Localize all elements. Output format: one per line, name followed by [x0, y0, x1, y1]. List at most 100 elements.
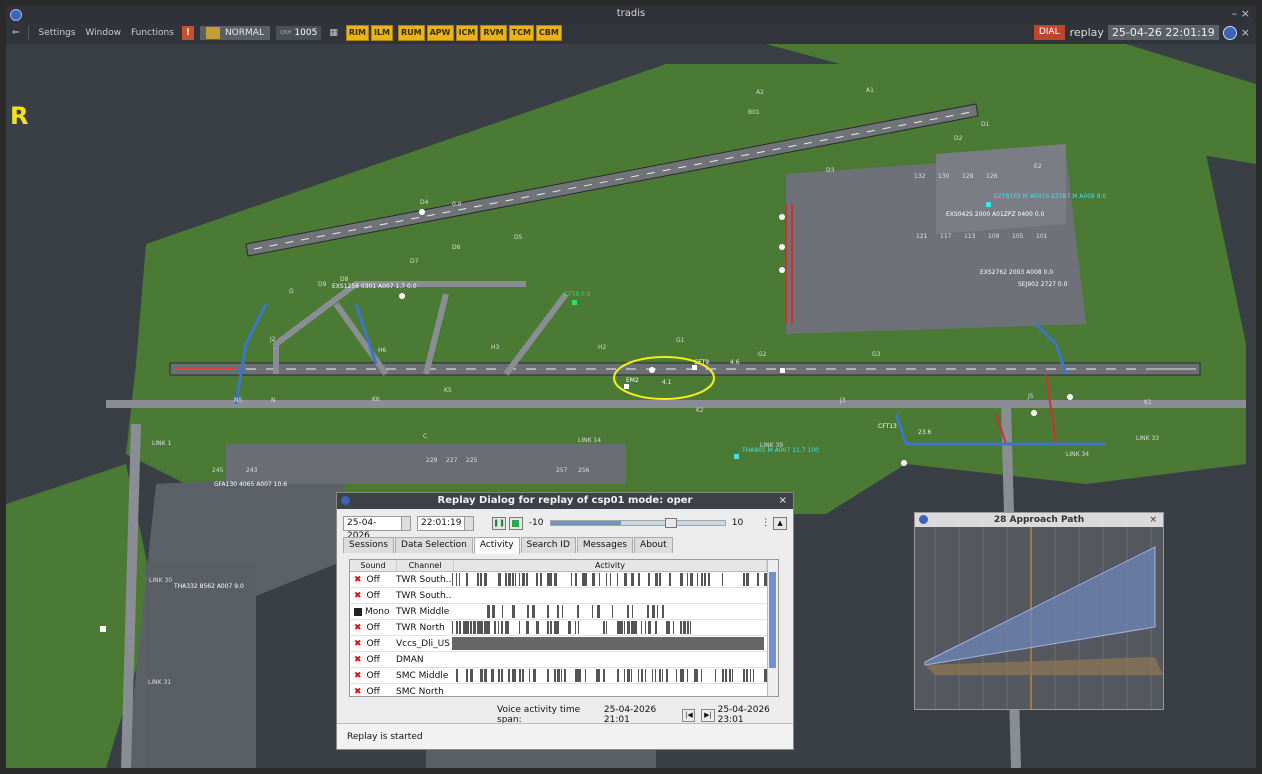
callsign-label[interactable]: THA332 8562 A007 9.0 [173, 583, 244, 590]
mode-selector[interactable]: NORMAL [199, 26, 270, 40]
aircraft-marker[interactable] [1031, 410, 1037, 416]
table-row[interactable]: ✖ Off TWR South... [350, 572, 778, 588]
ilm-button[interactable]: ILM [370, 25, 393, 41]
aircraft-marker[interactable] [624, 384, 629, 389]
table-row[interactable]: ✖ Off DMAN [350, 652, 778, 668]
aircraft-marker[interactable] [734, 454, 739, 459]
column-header-activity[interactable]: Activity [454, 560, 767, 571]
aircraft-marker[interactable] [780, 368, 785, 373]
window-controls[interactable]: – × [1232, 7, 1250, 20]
sound-cell[interactable]: ✖ Off [350, 623, 396, 633]
aircraft-marker[interactable] [649, 367, 655, 373]
table-row[interactable]: ✖ Off TWR South... [350, 588, 778, 604]
tab-sessions[interactable]: Sessions [343, 537, 395, 553]
table-scrollbar[interactable] [767, 560, 778, 696]
aircraft-marker[interactable] [1067, 394, 1073, 400]
sound-cell[interactable]: Mono [350, 607, 396, 617]
callsign-label[interactable]: CFT13 [878, 423, 897, 430]
time-field[interactable]: 22:01:19 [417, 515, 466, 531]
aircraft-marker[interactable] [901, 460, 907, 466]
activity-bar [452, 573, 767, 586]
callsign-label[interactable]: GFA130 4065 A007 10.6 [214, 481, 287, 488]
activity-segment [655, 669, 656, 682]
table-row[interactable]: ✖ Off SMC North [350, 684, 778, 697]
rum-button[interactable]: RUM [397, 25, 425, 41]
table-row[interactable]: ✖ Off TWR North [350, 620, 778, 636]
approach-path-plot [915, 527, 1163, 709]
callsign-label[interactable]: CFT8 0.0 [564, 291, 591, 298]
aircraft-marker[interactable] [419, 209, 425, 215]
aircraft-marker[interactable] [399, 293, 405, 299]
qnh-label: QNH [279, 30, 292, 36]
taxiway-label: D6 [452, 244, 461, 251]
back-arrow-icon[interactable]: ⇐ [12, 28, 20, 38]
column-header-channel[interactable]: Channel [397, 560, 454, 571]
approach-close-icon[interactable]: × [1149, 513, 1157, 527]
table-row[interactable]: ✖ Off Vccs_Dli_US [350, 636, 778, 652]
time-spinner[interactable] [465, 515, 475, 531]
sound-cell[interactable]: ✖ Off [350, 671, 396, 681]
callsign-label[interactable]: EXS0425 2000 A01ZPZ 0400 0.0 [946, 211, 1044, 218]
tab-about[interactable]: About [634, 537, 673, 553]
aircraft-marker[interactable] [779, 244, 785, 250]
rvm-button[interactable]: RVM [480, 25, 507, 41]
menu-functions[interactable]: Functions [131, 28, 174, 38]
speed-slider-handle[interactable] [664, 518, 677, 528]
menu-handle-icon[interactable]: ⋮ [761, 518, 770, 528]
table-row[interactable]: Mono TWR Middle [350, 604, 778, 620]
dial-button[interactable]: DIAL [1033, 25, 1065, 40]
aircraft-marker[interactable] [572, 300, 577, 305]
icm-button[interactable]: ICM [455, 25, 479, 41]
activity-segment [469, 669, 473, 682]
aircraft-marker[interactable] [692, 365, 697, 370]
tab-search-id[interactable]: Search ID [520, 537, 576, 553]
speed-slider[interactable] [549, 518, 726, 528]
callsign-label[interactable]: EXS1258 0301 A007 1.7 0.0 [332, 283, 417, 290]
sound-cell[interactable]: ✖ Off [350, 591, 396, 601]
sound-cell[interactable]: ✖ Off [350, 687, 396, 697]
cbm-button[interactable]: CBM [535, 25, 562, 41]
info-icon[interactable] [1222, 25, 1237, 40]
layers-icon[interactable]: ▦ [329, 28, 338, 38]
rim-button[interactable]: RIM [345, 25, 369, 41]
activity-segment [700, 573, 703, 586]
callsign-label[interactable]: EM2 [626, 377, 639, 384]
jump-end-button[interactable]: ▶| [701, 708, 715, 722]
table-row[interactable]: ✖ Off SMC Middle [350, 668, 778, 684]
menu-window[interactable]: Window [85, 28, 121, 38]
sound-cell[interactable]: ✖ Off [350, 639, 396, 649]
activity-segment [637, 573, 640, 586]
tab-data-selection[interactable]: Data Selection [395, 537, 473, 553]
apw-button[interactable]: APW [426, 25, 454, 41]
taxiway-label: D9 [318, 281, 327, 288]
callsign-label[interactable]: EZY8163 M A0016 EZY87 M A008 8.0 [994, 193, 1106, 200]
date-field[interactable]: 25-04-2026 [343, 515, 403, 541]
tab-activity[interactable]: Activity [473, 537, 520, 554]
speed-max-label: 10 [731, 518, 744, 528]
menu-settings[interactable]: Settings [39, 28, 76, 38]
aircraft-marker[interactable] [100, 626, 106, 632]
scrollbar-thumb[interactable] [769, 572, 776, 668]
tcm-button[interactable]: TCM [508, 25, 534, 41]
callsign-label[interactable]: SEJ902 2727 0.0 [1018, 281, 1068, 288]
activity-segment [637, 669, 639, 682]
callsign-label[interactable]: EXS2762 2003 A008 0.0 [980, 269, 1053, 276]
date-spinner[interactable] [402, 515, 412, 531]
activity-segment [490, 669, 494, 682]
jump-start-button[interactable]: |◀ [682, 708, 696, 722]
pause-button[interactable]: ❚❚ [492, 516, 507, 530]
aircraft-marker[interactable] [779, 267, 785, 273]
close-icon[interactable]: × [1241, 26, 1250, 39]
alert-icon[interactable]: ! [181, 26, 194, 40]
sound-cell[interactable]: ✖ Off [350, 575, 396, 585]
collapse-button[interactable]: ▲ [773, 516, 787, 530]
aircraft-marker[interactable] [986, 202, 991, 207]
activity-segment [616, 669, 619, 682]
dialog-close-icon[interactable]: × [779, 493, 787, 509]
stop-button[interactable] [509, 516, 523, 530]
callsign-label[interactable]: THA801 M A007 11.7 100 [741, 447, 819, 454]
aircraft-marker[interactable] [779, 214, 785, 220]
column-header-sound[interactable]: Sound [350, 560, 397, 571]
tab-messages[interactable]: Messages [576, 537, 634, 553]
sound-cell[interactable]: ✖ Off [350, 655, 396, 665]
